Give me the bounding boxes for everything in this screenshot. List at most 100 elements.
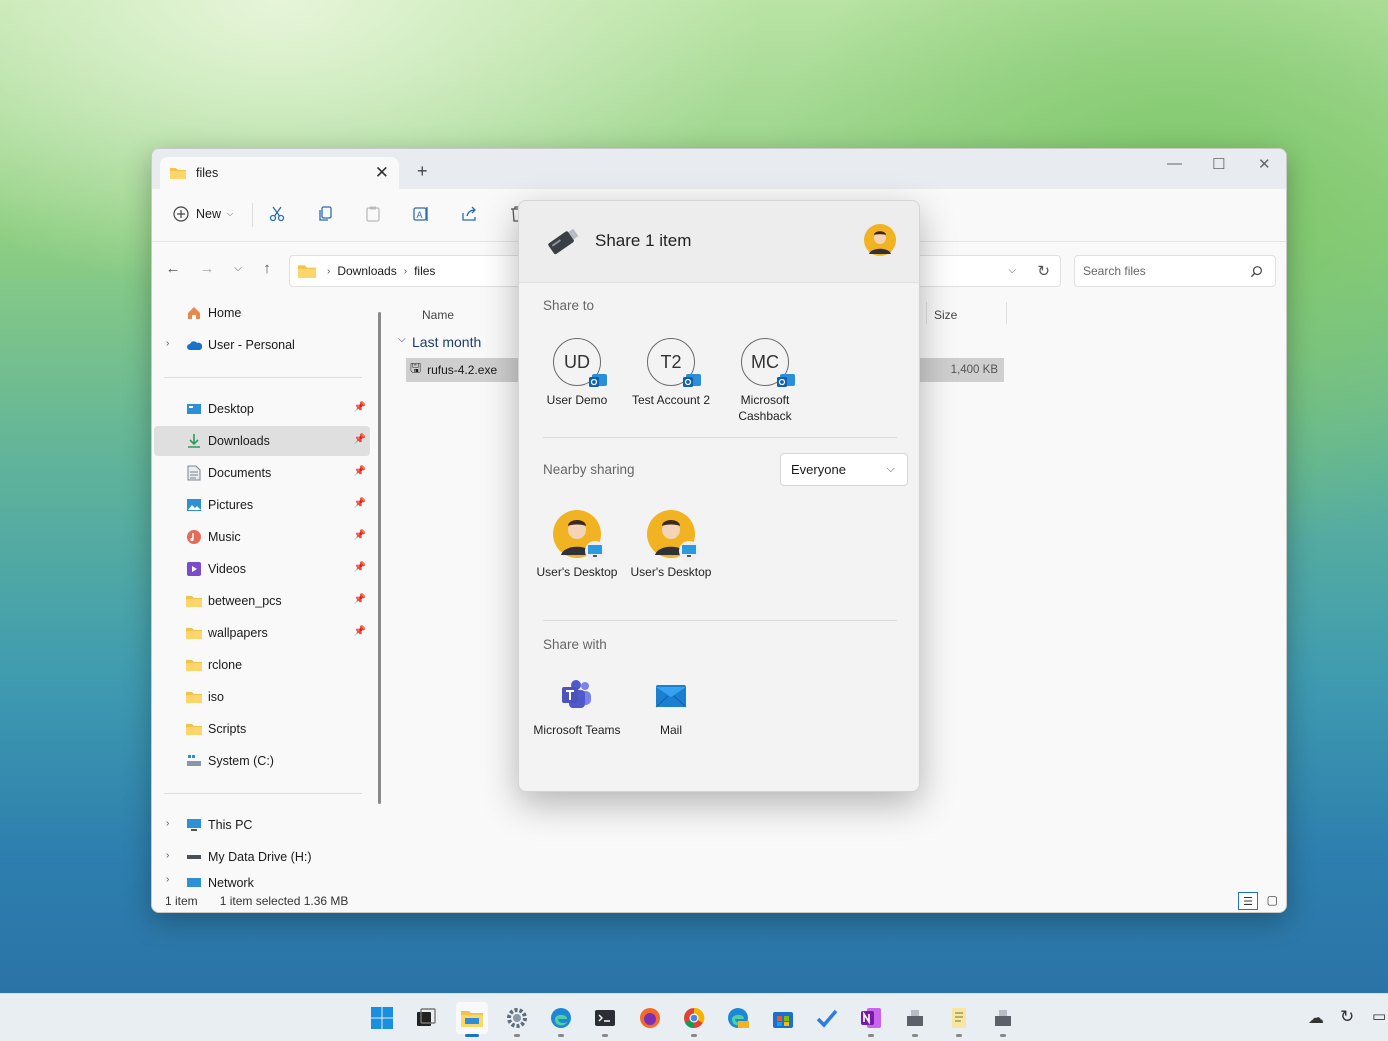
sidebar-scrollbar[interactable] xyxy=(378,312,381,804)
task-view-button[interactable] xyxy=(410,1002,442,1034)
folder-icon xyxy=(186,657,202,673)
sidebar-item-desktop[interactable]: Desktop 📌 xyxy=(154,394,370,424)
taskbar-store[interactable] xyxy=(767,1002,799,1034)
start-button[interactable] xyxy=(366,1002,398,1034)
rename-button[interactable]: A xyxy=(412,205,430,223)
taskbar-settings[interactable] xyxy=(501,1002,533,1037)
taskbar-rufus[interactable] xyxy=(899,1002,931,1037)
breadcrumb-separator: › xyxy=(403,265,408,277)
nearby-device[interactable]: User's Desktop xyxy=(530,509,624,579)
recent-chevron-icon[interactable]: ⌵ xyxy=(229,260,247,278)
sidebar-item-rclone[interactable]: rclone xyxy=(154,650,370,680)
tiles-view-icon[interactable]: ▢ xyxy=(1267,893,1278,907)
minimize-button[interactable]: — xyxy=(1167,155,1182,172)
paste-button[interactable] xyxy=(364,205,382,223)
folder-icon xyxy=(186,625,202,641)
expand-chevron-icon[interactable]: › xyxy=(166,874,169,885)
running-indicator xyxy=(956,1034,962,1037)
sidebar-item-documents[interactable]: Documents 📌 xyxy=(154,458,370,488)
expand-chevron-icon[interactable]: › xyxy=(166,818,169,829)
share-dialog: Share 1 item Share to UD User Demo T2 Te… xyxy=(518,200,920,792)
taskbar-notepad[interactable] xyxy=(943,1002,975,1037)
sidebar-item-downloads[interactable]: Downloads 📌 xyxy=(154,426,370,456)
cut-button[interactable] xyxy=(268,205,286,223)
up-arrow-icon[interactable]: ↑ xyxy=(258,260,276,278)
nearby-device[interactable]: User's Desktop xyxy=(624,509,718,579)
sidebar-item-music[interactable]: Music 📌 xyxy=(154,522,370,552)
app-microsoft-teams[interactable]: Microsoft Teams xyxy=(530,677,624,738)
taskbar-file-explorer[interactable] xyxy=(456,1002,488,1037)
share-divider xyxy=(543,437,897,438)
share-button[interactable] xyxy=(460,205,478,223)
folder-icon xyxy=(186,689,202,705)
plus-circle-icon xyxy=(173,206,189,222)
column-header-name[interactable]: Name xyxy=(422,308,454,322)
close-window-button[interactable]: ✕ xyxy=(1258,155,1271,173)
sidebar-item-scripts[interactable]: Scripts xyxy=(154,714,370,744)
sidebar-item-between-pcs[interactable]: between_pcs 📌 xyxy=(154,586,370,616)
network-status-icon[interactable]: ▭ xyxy=(1372,1007,1386,1025)
contact-test-account-2[interactable]: T2 Test Account 2 xyxy=(624,338,718,408)
details-view-icon[interactable]: ☰ xyxy=(1238,892,1258,910)
column-header-size[interactable]: Size xyxy=(934,308,957,322)
sidebar-item-onedrive[interactable]: › User - Personal xyxy=(154,330,370,360)
copy-button[interactable] xyxy=(316,205,334,223)
share-icon xyxy=(462,206,476,221)
cloud-icon[interactable]: ☁ xyxy=(1308,1008,1324,1028)
new-tab-button[interactable]: + xyxy=(417,161,428,181)
sidebar-item-wallpapers[interactable]: wallpapers 📌 xyxy=(154,618,370,648)
sidebar-item-label: iso xyxy=(208,690,224,704)
close-tab-icon[interactable]: ✕ xyxy=(375,163,389,183)
search-input[interactable]: Search files xyxy=(1074,255,1276,287)
contact-user-demo[interactable]: UD User Demo xyxy=(530,338,624,408)
expand-chevron-icon[interactable]: › xyxy=(166,338,169,349)
taskbar-terminal[interactable] xyxy=(589,1002,621,1037)
sync-icon[interactable]: ↻ xyxy=(1340,1007,1354,1027)
expand-chevron-icon[interactable]: › xyxy=(166,850,169,861)
running-indicator xyxy=(1000,1034,1006,1037)
sidebar-item-home[interactable]: Home xyxy=(154,298,370,328)
taskbar-firefox[interactable] xyxy=(634,1002,666,1034)
sidebar-item-system-c[interactable]: System (C:) xyxy=(154,746,370,776)
refresh-icon[interactable]: ↻ xyxy=(1037,262,1050,280)
app-mail[interactable]: Mail xyxy=(624,677,718,738)
videos-icon xyxy=(186,561,202,577)
new-button[interactable]: New ⌵ xyxy=(172,205,233,223)
sidebar-item-pictures[interactable]: Pictures 📌 xyxy=(154,490,370,520)
taskbar-edge-canary[interactable] xyxy=(722,1002,754,1034)
avatar: T2 xyxy=(647,338,701,387)
share-divider xyxy=(543,620,897,621)
folder-icon xyxy=(186,721,202,737)
breadcrumb-downloads[interactable]: Downloads xyxy=(337,264,396,278)
sidebar-item-label: This PC xyxy=(208,818,253,832)
address-dropdown-icon[interactable]: ⌵ xyxy=(1008,265,1016,276)
downloads-icon xyxy=(186,433,202,449)
taskbar-onenote[interactable] xyxy=(855,1002,887,1037)
avatar: MC xyxy=(741,338,795,387)
sidebar-item-label: Videos xyxy=(208,562,246,576)
forward-arrow-icon[interactable]: → xyxy=(198,260,216,278)
windows-logo-icon xyxy=(371,1007,393,1029)
sidebar-item-data-drive[interactable]: › My Data Drive (H:) xyxy=(154,842,370,872)
group-collapse-icon[interactable]: ⌵ xyxy=(398,334,406,345)
taskbar-chrome[interactable] xyxy=(678,1002,710,1037)
sidebar-item-this-pc[interactable]: › This PC xyxy=(154,810,370,840)
contact-microsoft-cashback[interactable]: MC Microsoft Cashback xyxy=(718,338,812,424)
user-avatar[interactable] xyxy=(863,223,897,257)
taskbar-edge[interactable] xyxy=(545,1002,577,1037)
group-header[interactable]: Last month xyxy=(412,334,481,350)
nearby-sharing-dropdown[interactable]: Everyone ⌵ xyxy=(780,453,908,486)
tab-label: files xyxy=(196,166,219,180)
rename-icon: A xyxy=(413,207,428,221)
breadcrumb-files[interactable]: files xyxy=(414,264,435,278)
drive-icon xyxy=(186,753,202,769)
sidebar-item-videos[interactable]: Videos 📌 xyxy=(154,554,370,584)
taskbar-todo[interactable] xyxy=(811,1002,843,1034)
sidebar-item-iso[interactable]: iso xyxy=(154,682,370,712)
home-icon xyxy=(186,305,202,321)
taskbar-rufus-2[interactable] xyxy=(987,1002,1019,1037)
sidebar-item-network[interactable]: › Network xyxy=(154,874,370,890)
maximize-button[interactable]: ☐ xyxy=(1212,155,1225,173)
tab-files[interactable]: files ✕ xyxy=(160,157,399,189)
back-arrow-icon[interactable]: ← xyxy=(164,260,182,278)
